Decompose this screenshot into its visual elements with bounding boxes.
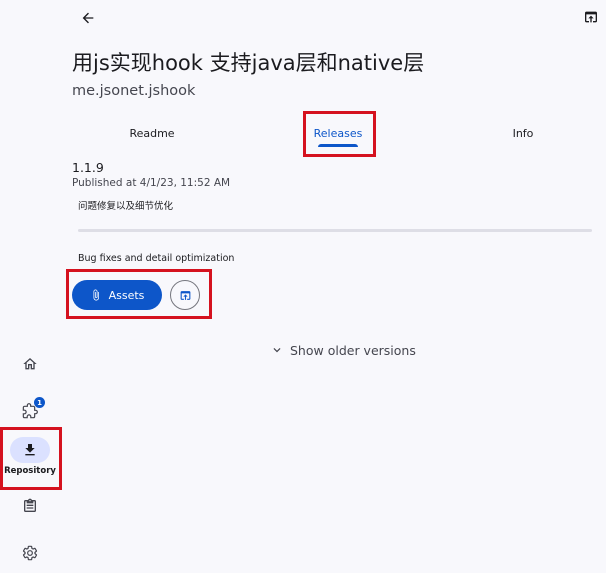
release-date: Published at 4/1/23, 11:52 AM [72,177,231,189]
rail-icon-container [10,351,50,377]
show-older-versions-button[interactable]: Show older versions [270,340,416,360]
back-button[interactable] [74,4,102,32]
gear-icon [22,545,38,561]
open-release-button[interactable] [170,280,200,310]
rail-icon-container [10,493,50,519]
tab-info[interactable]: Info [477,116,569,150]
rail-icon-container [10,437,50,463]
rail-item-updates[interactable]: 1 [8,397,52,424]
tab-readme[interactable]: Readme [106,116,198,150]
assets-label: Assets [108,288,145,302]
home-icon [23,358,37,370]
show-older-versions-label: Show older versions [290,342,416,358]
rail-label-repository: Repository [4,466,56,476]
clipboard-icon [24,498,36,512]
release-notes-english: Bug fixes and detail optimization [78,253,235,264]
rail-item-logs[interactable] [8,493,52,519]
rail-item-home[interactable] [8,351,52,377]
release-version: 1.1.9 [72,160,104,175]
updates-badge: 1 [34,397,45,408]
chevron-down-icon [273,348,281,353]
app-window: 用js实现hook 支持java层和native层 me.jsonet.jsho… [0,0,606,573]
rail-icon-container: 1 [10,397,50,424]
arrow-back-icon [82,12,94,24]
page-title: 用js实现hook 支持java层和native层 [72,51,425,75]
tab-indicator [318,144,358,147]
assets-button[interactable]: Assets [72,280,162,310]
open-in-browser-icon [585,11,597,23]
rail-item-repository[interactable]: Repository [4,437,56,476]
open-in-browser-button[interactable] [578,4,604,30]
rail-item-settings[interactable] [8,540,52,566]
divider [78,229,592,232]
release-notes-chinese: 问题修复以及细节优化 [78,201,174,212]
open-in-browser-icon [180,290,190,300]
package-name: me.jsonet.jshook [72,83,196,99]
download-icon [25,444,35,456]
paperclip-icon [93,289,99,301]
rail-icon-container [10,540,50,566]
